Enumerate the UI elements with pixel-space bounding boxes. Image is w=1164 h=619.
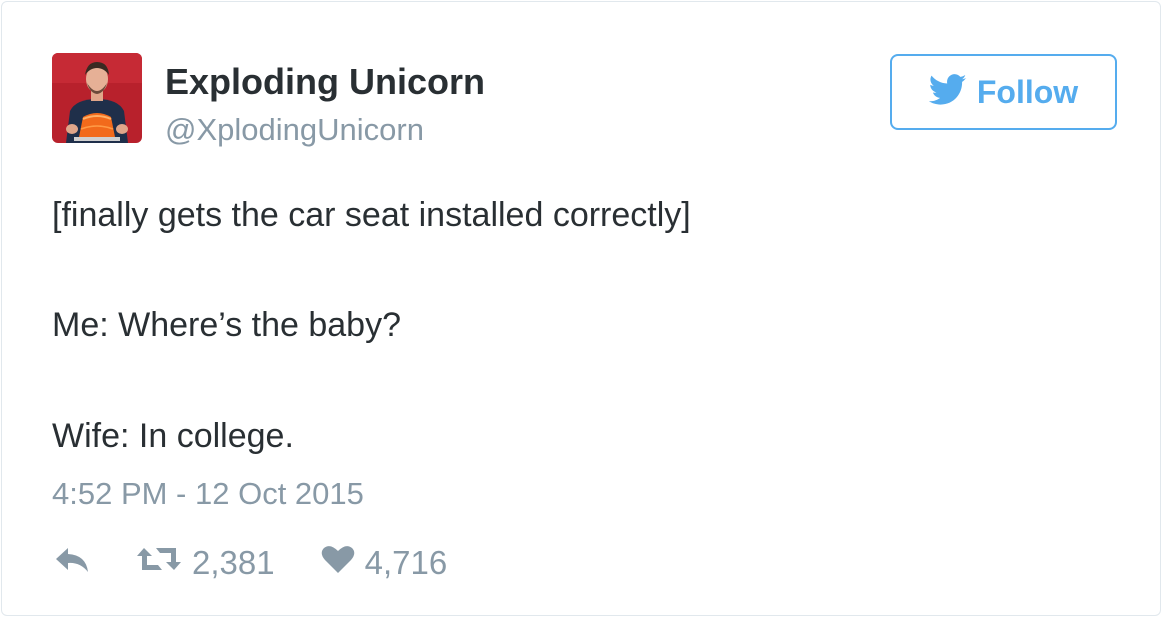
retweet-icon xyxy=(136,544,182,582)
tweet-line: Wife: In college. xyxy=(52,417,294,455)
tweet-line: [finally gets the car seat installed cor… xyxy=(52,196,691,234)
tweet-line: Me: Where’s the baby? xyxy=(52,306,401,344)
reply-button[interactable] xyxy=(54,544,90,582)
tweet-card: Exploding Unicorn @XplodingUnicorn Follo… xyxy=(1,1,1161,616)
tweet-timestamp[interactable]: 4:52 PM - 12 Oct 2015 xyxy=(52,476,364,512)
avatar[interactable] xyxy=(52,53,142,143)
like-button[interactable]: 4,716 xyxy=(321,543,448,583)
retweet-button[interactable]: 2,381 xyxy=(136,543,275,583)
retweet-count: 2,381 xyxy=(192,544,275,581)
follow-button[interactable]: Follow xyxy=(890,54,1117,130)
display-name[interactable]: Exploding Unicorn xyxy=(165,62,485,102)
tweet-actions: 2,381 4,716 xyxy=(54,543,447,583)
like-count: 4,716 xyxy=(364,544,448,581)
user-handle[interactable]: @XplodingUnicorn xyxy=(165,112,424,148)
twitter-bird-icon xyxy=(928,73,967,111)
avatar-image xyxy=(52,53,142,143)
heart-icon xyxy=(321,544,355,582)
reply-icon xyxy=(54,544,90,582)
follow-label: Follow xyxy=(976,74,1079,110)
